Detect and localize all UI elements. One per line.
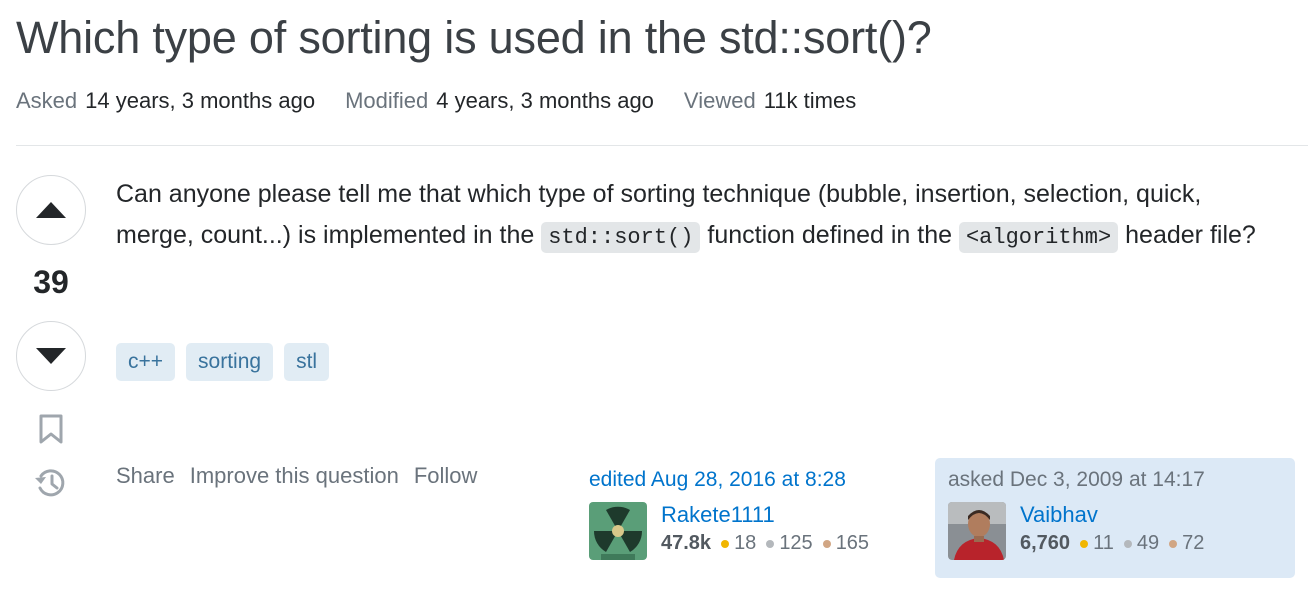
inline-code-sort: std::sort() bbox=[541, 222, 701, 253]
editor-silver-count: 125 bbox=[779, 532, 813, 554]
bronze-badge-icon bbox=[1169, 539, 1178, 548]
modified-value[interactable]: 4 years, 3 months ago bbox=[436, 88, 654, 113]
triangle-down-icon bbox=[36, 348, 66, 364]
asker-bronze-count: 72 bbox=[1182, 532, 1205, 554]
asker-gold-count: 11 bbox=[1093, 532, 1114, 554]
share-link[interactable]: Share bbox=[116, 463, 175, 489]
upvote-button[interactable] bbox=[16, 175, 86, 245]
tag-cpp[interactable]: c++ bbox=[116, 343, 176, 381]
viewed-value: 11k times bbox=[763, 88, 857, 113]
asker-avatar[interactable] bbox=[948, 502, 1006, 560]
asker-reputation-score: 6,760 bbox=[1020, 532, 1071, 554]
editor-avatar[interactable] bbox=[589, 502, 647, 560]
tag-list: c++ sorting stl bbox=[116, 343, 330, 381]
asker-silver-count: 49 bbox=[1136, 532, 1160, 554]
asked-time: asked Dec 3, 2009 at 14:17 bbox=[948, 468, 1205, 491]
inline-code-algorithm: <algorithm> bbox=[958, 222, 1119, 253]
improve-question-link[interactable]: Improve this question bbox=[190, 463, 399, 489]
asked-label: Asked bbox=[16, 88, 78, 113]
gold-badge-icon bbox=[1080, 539, 1089, 548]
modified-label: Modified bbox=[345, 88, 429, 113]
divider bbox=[16, 145, 1308, 146]
asked-value: 14 years, 3 months ago bbox=[85, 88, 316, 113]
editor-bronze-count: 165 bbox=[835, 532, 870, 554]
downvote-button[interactable] bbox=[16, 321, 86, 391]
editor-reputation: 47.8k 18 125 165 bbox=[661, 532, 879, 555]
triangle-up-icon bbox=[36, 202, 66, 218]
viewed-info: Viewed 11k times bbox=[684, 88, 856, 114]
silver-badge-icon bbox=[1123, 539, 1132, 548]
asker-gold-badges: 11 bbox=[1080, 532, 1114, 555]
viewed-label: Viewed bbox=[683, 88, 756, 113]
bronze-badge-icon bbox=[822, 539, 831, 548]
editor-name[interactable]: Rakete1111 bbox=[661, 502, 879, 528]
asked-info: Asked 14 years, 3 months ago bbox=[16, 88, 315, 114]
editor-gold-badges: 18 bbox=[721, 532, 756, 555]
body-text-2: function defined in the bbox=[700, 221, 959, 249]
asker-reputation: 6,760 11 49 72 bbox=[1020, 532, 1214, 555]
history-icon[interactable] bbox=[34, 466, 68, 500]
editor-silver-badges: 125 bbox=[766, 532, 813, 555]
silver-badge-icon bbox=[766, 539, 775, 548]
question-meta: Asked 14 years, 3 months ago Modified 4 ye… bbox=[16, 88, 856, 114]
follow-link[interactable]: Follow bbox=[414, 463, 478, 489]
editor-user: Rakete1111 47.8k 18 125 165 bbox=[589, 502, 923, 560]
question-title[interactable]: Which type of sorting is used in the std… bbox=[16, 12, 932, 64]
edited-time-link[interactable]: edited Aug 28, 2016 at 8:28 bbox=[589, 468, 923, 492]
post-actions: Share Improve this question Follow bbox=[116, 463, 477, 489]
asker-name[interactable]: Vaibhav bbox=[1020, 502, 1214, 528]
editor-bronze-badges: 165 bbox=[822, 532, 870, 555]
question-body: Can anyone please tell me that which typ… bbox=[116, 174, 1276, 258]
modified-info: Modified 4 years, 3 months ago bbox=[345, 88, 654, 114]
tag-sorting[interactable]: sorting bbox=[186, 343, 274, 381]
asker-bronze-badges: 72 bbox=[1169, 532, 1204, 555]
asker-silver-badges: 49 bbox=[1123, 532, 1160, 555]
editor-gold-count: 18 bbox=[734, 532, 757, 554]
asker-user: Vaibhav 6,760 11 49 72 bbox=[948, 502, 1282, 560]
bookmark-icon[interactable] bbox=[38, 414, 64, 444]
body-text-3: header file? bbox=[1118, 221, 1256, 249]
editor-reputation-score: 47.8k bbox=[661, 532, 712, 554]
gold-badge-icon bbox=[721, 539, 730, 548]
vote-count: 39 bbox=[33, 264, 69, 300]
editor-card: edited Aug 28, 2016 at 8:28 Rakete1111 4… bbox=[576, 458, 936, 578]
asker-card: asked Dec 3, 2009 at 14:17 Vaibhav 6,760… bbox=[935, 458, 1295, 578]
tag-stl[interactable]: stl bbox=[284, 343, 330, 381]
